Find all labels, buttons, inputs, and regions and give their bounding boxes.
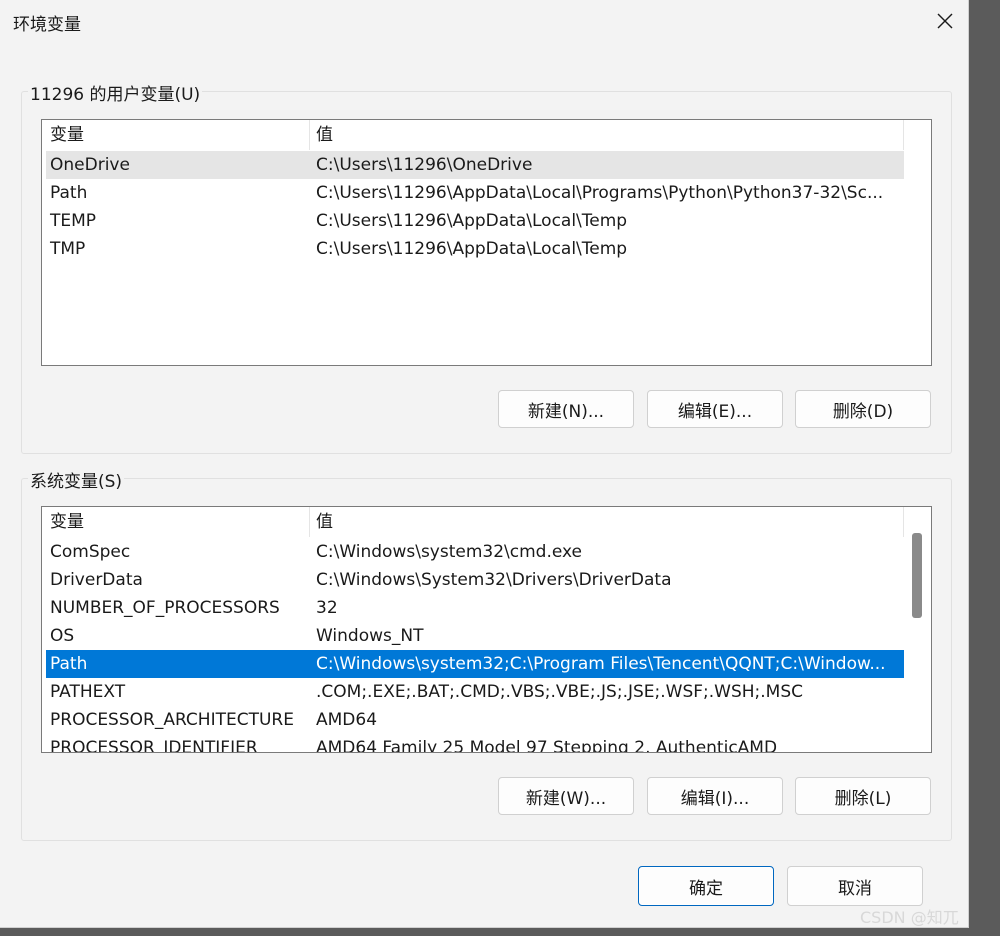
variable-name: PATHEXT xyxy=(50,682,126,702)
user-new-button[interactable]: 新建(N)... xyxy=(498,390,634,428)
variable-name: OneDrive xyxy=(50,155,130,175)
list-item[interactable]: PROCESSOR_IDENTIFIER AMD64 Family 25 Mod… xyxy=(46,734,904,753)
list-item[interactable]: NUMBER_OF_PROCESSORS 32 xyxy=(46,594,904,622)
environment-variables-dialog: 环境变量 11296 的用户变量(U) 变量 值 OneDrive C:\Use… xyxy=(0,0,969,928)
variable-value: AMD64 xyxy=(316,710,378,730)
ok-button[interactable]: 确定 xyxy=(638,866,774,906)
system-variables-list[interactable]: 变量 值 ComSpec C:\Windows\system32\cmd.exe… xyxy=(41,506,932,753)
variable-value: AMD64 Family 25 Model 97 Stepping 2, Aut… xyxy=(316,738,778,753)
variable-name: PROCESSOR_IDENTIFIER xyxy=(50,738,258,753)
variable-name: Path xyxy=(50,183,88,203)
list-item[interactable]: TEMP C:\Users\11296\AppData\Local\Temp xyxy=(46,207,904,235)
variable-name: PROCESSOR_ARCHITECTURE xyxy=(50,710,294,730)
column-divider[interactable] xyxy=(309,507,310,537)
window-title: 环境变量 xyxy=(13,15,81,35)
watermark: CSDN @知兀 xyxy=(860,908,959,927)
system-edit-button[interactable]: 编辑(I)... xyxy=(647,777,783,815)
list-header: 变量 值 xyxy=(42,507,904,537)
column-header-value[interactable]: 值 xyxy=(316,120,333,150)
list-item[interactable]: Path C:\Users\11296\AppData\Local\Progra… xyxy=(46,179,904,207)
column-header-variable[interactable]: 变量 xyxy=(50,120,84,150)
list-item[interactable]: TMP C:\Users\11296\AppData\Local\Temp xyxy=(46,235,904,263)
variable-value: C:\Windows\system32\cmd.exe xyxy=(316,542,583,562)
list-header: 变量 值 xyxy=(42,120,904,150)
system-new-button[interactable]: 新建(W)... xyxy=(498,777,634,815)
variable-name: Path xyxy=(50,654,88,674)
user-edit-button[interactable]: 编辑(E)... xyxy=(647,390,783,428)
list-item[interactable]: OS Windows_NT xyxy=(46,622,904,650)
variable-name: NUMBER_OF_PROCESSORS xyxy=(50,598,280,618)
column-divider[interactable] xyxy=(309,120,310,150)
user-variables-label: 11296 的用户变量(U) xyxy=(28,80,203,105)
list-item[interactable]: ComSpec C:\Windows\system32\cmd.exe xyxy=(46,538,904,566)
scrollbar-thumb[interactable] xyxy=(912,533,922,618)
variable-name: ComSpec xyxy=(50,542,131,562)
variable-value: 32 xyxy=(316,598,338,618)
column-divider[interactable] xyxy=(903,120,904,150)
list-item[interactable]: OneDrive C:\Users\11296\OneDrive xyxy=(46,151,904,179)
variable-value: C:\Windows\system32;C:\Program Files\Ten… xyxy=(316,654,886,674)
close-button[interactable] xyxy=(920,0,969,42)
variable-name: OS xyxy=(50,626,75,646)
vertical-scrollbar[interactable] xyxy=(904,507,931,752)
column-header-value[interactable]: 值 xyxy=(316,507,333,537)
title-bar: 环境变量 xyxy=(0,0,969,42)
close-icon xyxy=(937,13,952,29)
system-delete-button[interactable]: 删除(L) xyxy=(795,777,931,815)
list-item[interactable]: DriverData C:\Windows\System32\Drivers\D… xyxy=(46,566,904,594)
variable-name: DriverData xyxy=(50,570,143,590)
list-item[interactable]: PROCESSOR_ARCHITECTURE AMD64 xyxy=(46,706,904,734)
variable-value: C:\Users\11296\AppData\Local\Programs\Py… xyxy=(316,183,884,203)
user-delete-button[interactable]: 删除(D) xyxy=(795,390,931,428)
list-item-selected[interactable]: Path C:\Windows\system32;C:\Program File… xyxy=(46,650,904,678)
variable-value: C:\Users\11296\OneDrive xyxy=(316,155,533,175)
variable-value: .COM;.EXE;.BAT;.CMD;.VBS;.VBE;.JS;.JSE;.… xyxy=(316,682,804,702)
system-variables-label: 系统变量(S) xyxy=(28,467,125,492)
column-header-variable[interactable]: 变量 xyxy=(50,507,84,537)
variable-value: C:\Windows\System32\Drivers\DriverData xyxy=(316,570,672,590)
variable-value: C:\Users\11296\AppData\Local\Temp xyxy=(316,239,628,259)
variable-value: Windows_NT xyxy=(316,626,424,646)
cancel-button[interactable]: 取消 xyxy=(787,866,923,906)
variable-name: TEMP xyxy=(50,211,97,231)
variable-name: TMP xyxy=(50,239,86,259)
user-variables-list[interactable]: 变量 值 OneDrive C:\Users\11296\OneDrive Pa… xyxy=(41,119,932,366)
variable-value: C:\Users\11296\AppData\Local\Temp xyxy=(316,211,628,231)
list-item[interactable]: PATHEXT .COM;.EXE;.BAT;.CMD;.VBS;.VBE;.J… xyxy=(46,678,904,706)
